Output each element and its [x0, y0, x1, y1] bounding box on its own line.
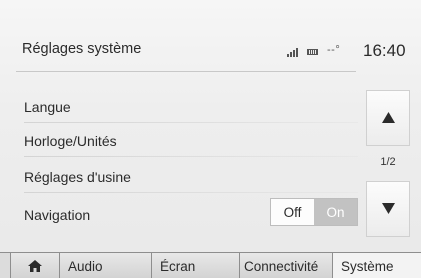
divider [24, 156, 358, 157]
list-item-label: Réglages d'usine [24, 169, 131, 185]
tab-ecran[interactable]: Écran [152, 253, 240, 278]
screen: Réglages système --° 16:40 Langue Horlog… [0, 0, 421, 278]
tab-bar: Audio Écran Connectivité Système [0, 252, 421, 278]
divider [24, 192, 358, 193]
toggle-off-option[interactable]: Off [271, 199, 314, 225]
scroll-down-button[interactable] [366, 181, 410, 237]
tab-systeme[interactable]: Système [333, 253, 421, 278]
tab-home[interactable] [10, 253, 60, 278]
list-item-label: Horloge/Unités [24, 133, 117, 149]
tab-label: Système [341, 258, 394, 274]
home-icon [28, 260, 42, 272]
status-text: --° [327, 44, 341, 56]
clock: 16:40 [363, 41, 406, 60]
list-item-horloge-unites[interactable]: Horloge/Unités [16, 124, 358, 157]
tab-label: Audio [68, 258, 103, 274]
tab-connectivite[interactable]: Connectivité [240, 253, 333, 278]
navigation-toggle[interactable]: Off On [270, 198, 358, 226]
signal-strength-icon [285, 45, 305, 59]
status-icons: --° [285, 44, 355, 59]
divider [24, 122, 358, 123]
header-divider [16, 71, 356, 72]
toggle-on-option[interactable]: On [314, 199, 357, 225]
list-item-label: Navigation [24, 207, 91, 223]
page-indicator: 1/2 [380, 156, 396, 168]
list-item-reglages-usine[interactable]: Réglages d'usine [16, 160, 358, 193]
triangle-up-icon [382, 112, 395, 123]
list-item-navigation: Navigation Off On [16, 194, 358, 234]
scroll-up-button[interactable] [366, 90, 410, 146]
triangle-down-icon [382, 203, 395, 214]
list-item-label: Langue [24, 99, 71, 115]
tab-label: Écran [160, 258, 196, 274]
list-item-langue[interactable]: Langue [16, 90, 358, 123]
page-title: Réglages système [22, 41, 142, 57]
tab-audio[interactable]: Audio [60, 253, 152, 278]
battery-icon [307, 49, 318, 55]
header: Réglages système --° 16:40 [0, 30, 421, 72]
tab-label: Connectivité [244, 258, 319, 274]
